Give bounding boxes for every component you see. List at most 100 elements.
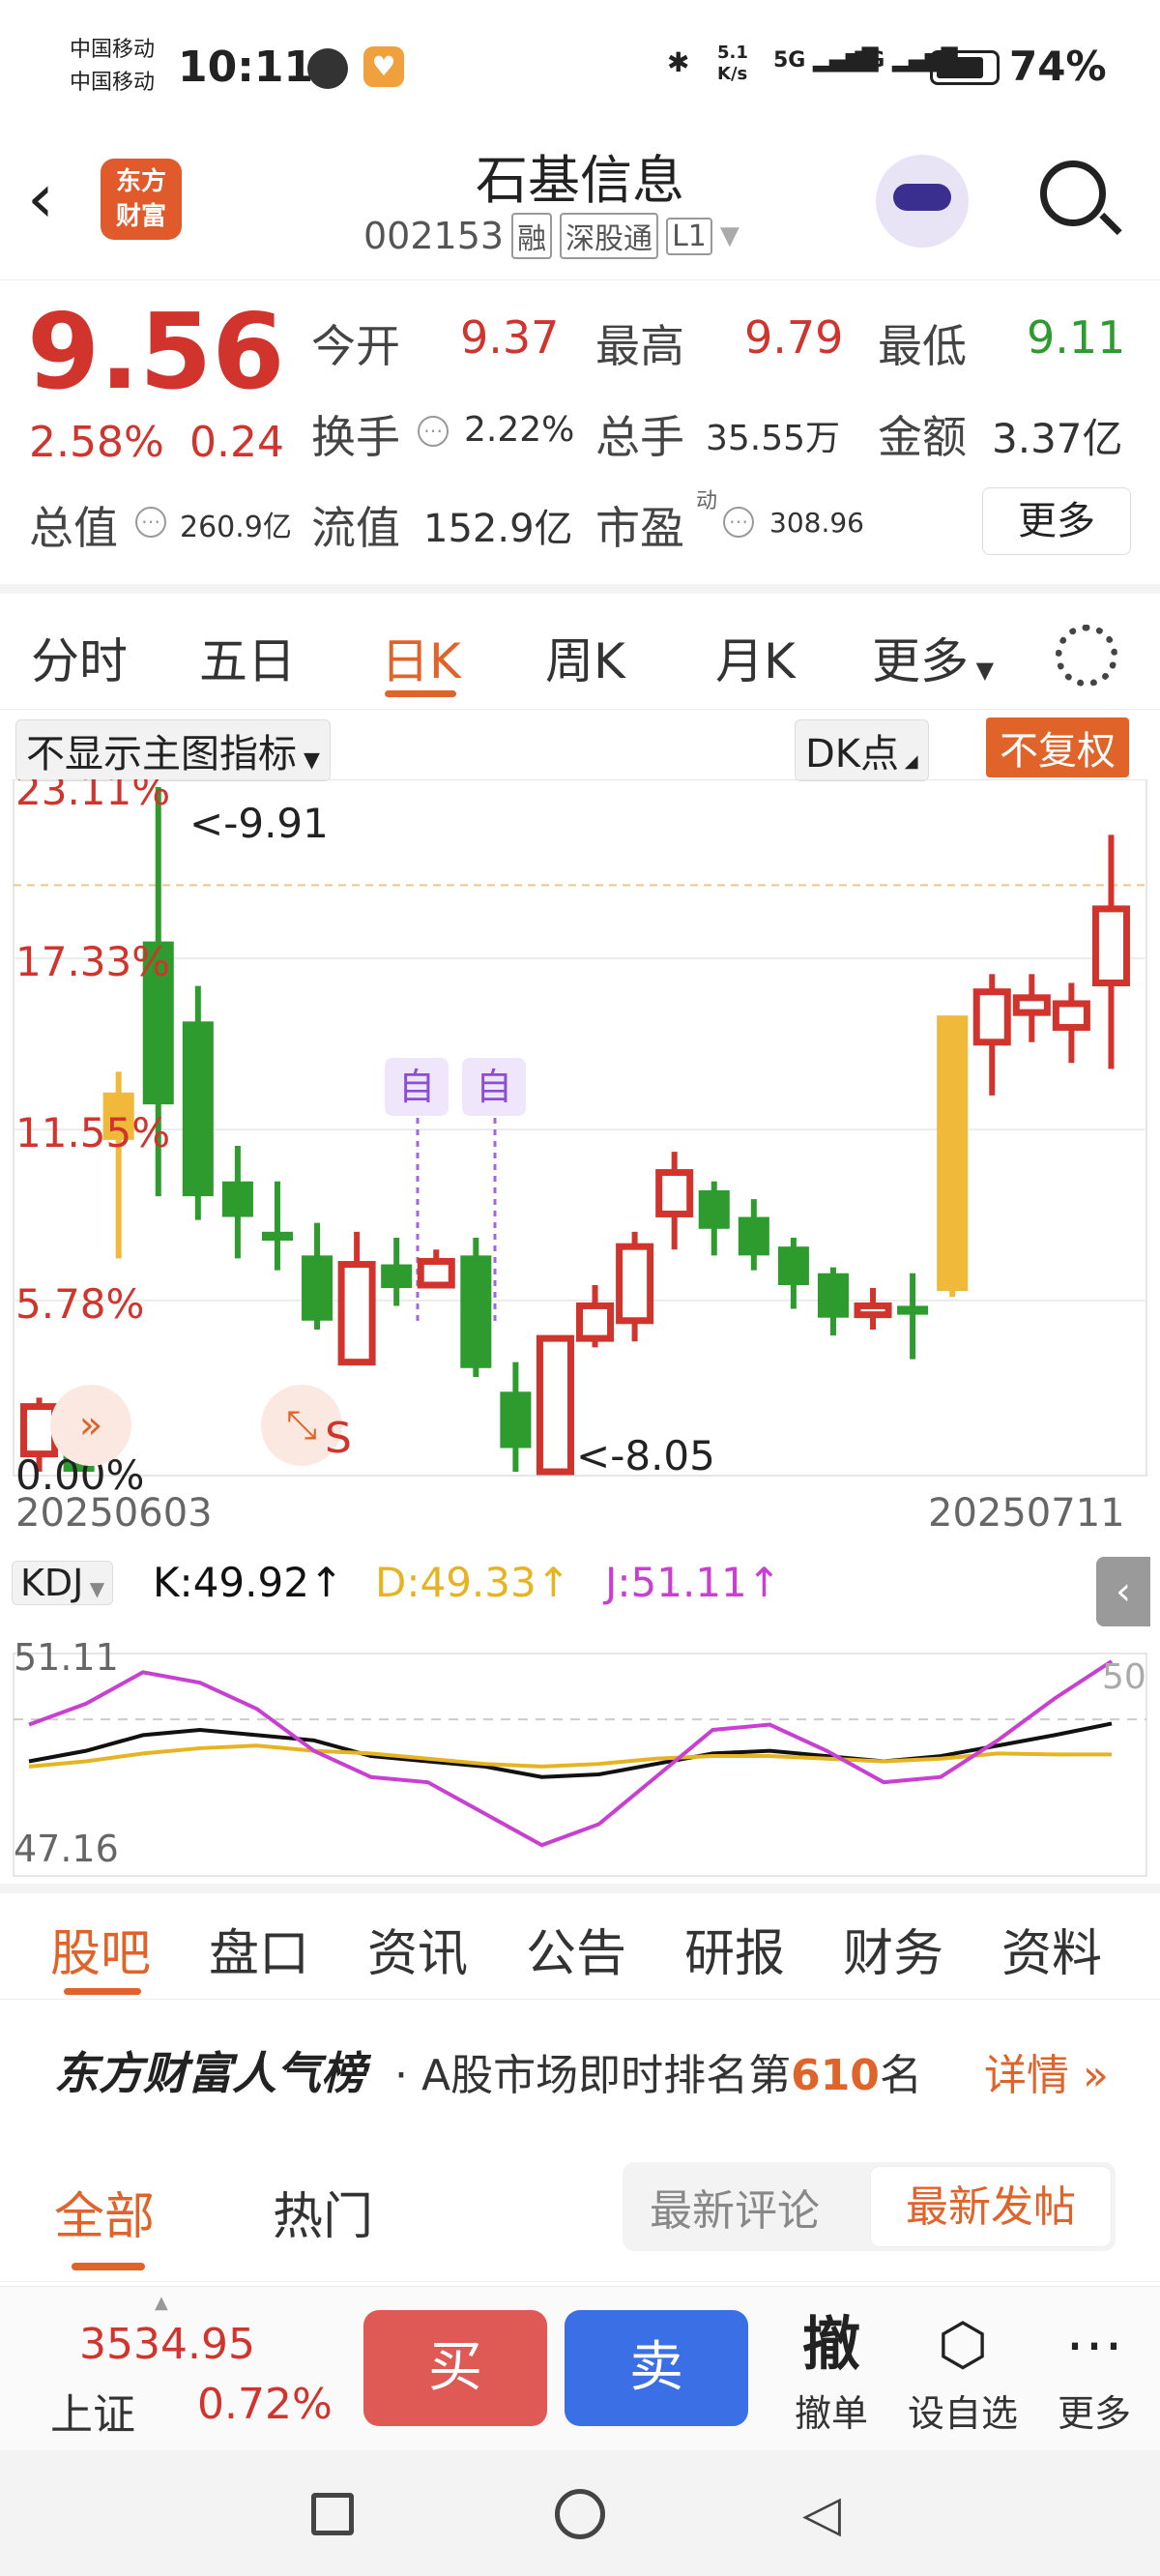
tab-orderbook[interactable]: 盘口 bbox=[209, 1913, 309, 1985]
search-icon[interactable] bbox=[1040, 161, 1106, 226]
kdj-select[interactable]: KDJ ▼ bbox=[12, 1561, 114, 1605]
kdj-j-value: J:51.11↑ bbox=[605, 1559, 781, 1606]
index-name[interactable]: 上证 bbox=[50, 2380, 135, 2442]
tab-news[interactable]: 资讯 bbox=[367, 1913, 468, 1985]
kline-chart: 23.11%17.33%11.55%5.78%0.00%<-9.91<-8.05 bbox=[13, 779, 1147, 1877]
turnover-label: 换手 bbox=[311, 411, 400, 463]
y-tick-label: 23.11% bbox=[15, 779, 170, 814]
info-icon[interactable]: ⋯ bbox=[723, 507, 754, 538]
tab-announcements[interactable]: 公告 bbox=[526, 1913, 626, 1985]
more-button[interactable]: 更多 bbox=[982, 487, 1131, 555]
rank-text-pre: · A股市场即时排名第 bbox=[394, 2051, 792, 2100]
info-icon[interactable]: ⋯ bbox=[418, 416, 449, 447]
self-marker[interactable]: 自 bbox=[462, 1058, 526, 1116]
buy-button[interactable]: 买 bbox=[363, 2310, 547, 2426]
popularity-rank[interactable]: 东方财富人气榜 · A股市场即时排名第610名 详情 » bbox=[0, 2002, 1160, 2137]
add-watchlist-label: 设自选 bbox=[907, 2392, 1018, 2435]
self-marker[interactable]: 自 bbox=[385, 1058, 449, 1116]
expand-panel-icon[interactable]: ‹ bbox=[1096, 1557, 1150, 1626]
dk-point-select[interactable]: DK点 ◢ bbox=[795, 719, 929, 781]
carrier-1: 中国移动 bbox=[70, 38, 156, 62]
open-value: 9.37 bbox=[460, 311, 560, 364]
candle-body-up bbox=[576, 1302, 615, 1342]
settings-gear-icon[interactable] bbox=[1056, 625, 1117, 687]
tab-financials[interactable]: 财务 bbox=[843, 1913, 943, 1985]
net-speed-unit: K/s bbox=[717, 64, 748, 84]
kline-labels: 23.11%17.33%11.55%5.78%0.00%<-9.91<-8.05 bbox=[15, 779, 715, 1499]
candle-body-up bbox=[417, 1257, 455, 1289]
battery-icon bbox=[930, 50, 1000, 85]
robot-assistant-icon[interactable] bbox=[876, 155, 969, 248]
app-notification-icon: ♥ bbox=[363, 46, 404, 87]
pe-superscript: 动 bbox=[696, 489, 718, 513]
kdj-d-value: D:49.33↑ bbox=[375, 1559, 570, 1606]
rank-number: 610 bbox=[791, 2051, 880, 2100]
tab-monthly-k[interactable]: 月K bbox=[715, 623, 796, 692]
candle-body-up bbox=[1012, 994, 1051, 1016]
back-triangle-icon[interactable]: ◁ bbox=[802, 2485, 841, 2543]
status-bar: 中国移动 中国移动 10:11 ♥ ✱ 5.1 K/s 5G ▂▄▆█ 5G ▂… bbox=[0, 0, 1160, 135]
double-chevron-right-icon: » bbox=[1069, 2051, 1109, 2100]
info-icon[interactable]: ⋯ bbox=[135, 507, 166, 538]
home-circle-icon[interactable] bbox=[555, 2489, 605, 2539]
min-annotation: <-8.05 bbox=[576, 1432, 715, 1479]
max-annotation: <-9.91 bbox=[189, 800, 329, 847]
tab-weekly-k[interactable]: 周K bbox=[545, 623, 625, 692]
collapse-arrows-icon[interactable]: » bbox=[50, 1385, 131, 1466]
kdj-ref-label: 50 bbox=[1102, 1657, 1146, 1697]
pe-value: 308.96 bbox=[769, 507, 864, 539]
net-speed: 5.1 K/s bbox=[717, 43, 748, 85]
feed-tab-hot[interactable]: 热门 bbox=[273, 2176, 373, 2248]
rank-text: · A股市场即时排名第610名 bbox=[394, 2040, 922, 2102]
adjust-mode-button[interactable]: 不复权 bbox=[986, 717, 1129, 777]
indicator-select[interactable]: 不显示主图指标 ▼ bbox=[15, 719, 331, 781]
chart-area: 不显示主图指标 ▼ DK点 ◢ 不复权 23.11% 17.33% 11.55% 5.… bbox=[0, 710, 1160, 1880]
tab-research[interactable]: 研报 bbox=[684, 1913, 785, 1985]
tab-forum[interactable]: 股吧 bbox=[50, 1913, 151, 1985]
hexagon-icon: ⬡ bbox=[937, 2311, 989, 2379]
sort-latest-comment[interactable]: 最新评论 bbox=[650, 2176, 820, 2238]
signal-1-label: 5G bbox=[773, 48, 806, 73]
index-change[interactable]: 0.72% bbox=[197, 2380, 333, 2429]
feed-tab-all[interactable]: 全部 bbox=[54, 2176, 155, 2248]
indicator-select-label: 不显示主图指标 bbox=[26, 732, 297, 776]
rank-detail-link[interactable]: 详情 » bbox=[984, 2040, 1109, 2102]
index-value[interactable]: 3534.95 bbox=[79, 2320, 255, 2369]
sort-latest-post[interactable]: 最新发帖 bbox=[870, 2166, 1112, 2247]
y-tick-label: 17.33% bbox=[15, 938, 170, 985]
y-tick-label: 5.78% bbox=[15, 1280, 144, 1328]
candle-body bbox=[302, 1255, 334, 1321]
active-tab-underline bbox=[385, 690, 456, 697]
candle-body bbox=[182, 1021, 214, 1197]
candle-body-up bbox=[1052, 1000, 1090, 1031]
tab-profile[interactable]: 资料 bbox=[1001, 1913, 1102, 1985]
recents-square-icon[interactable] bbox=[311, 2493, 354, 2535]
tab-more[interactable]: 更多 ▼ bbox=[872, 623, 994, 692]
candle-body-up bbox=[1091, 905, 1130, 987]
candle-body bbox=[777, 1246, 809, 1285]
search-icon-handle bbox=[1099, 212, 1122, 236]
volume-label: 总手 bbox=[595, 411, 684, 463]
rank-text-post: 名 bbox=[879, 2051, 922, 2100]
candle-body bbox=[500, 1391, 532, 1449]
tab-daily-k[interactable]: 日K bbox=[381, 623, 461, 692]
tab-intraday[interactable]: 分时 bbox=[31, 623, 128, 692]
tab-five-day[interactable]: 五日 bbox=[199, 623, 296, 692]
high-value: 9.79 bbox=[744, 311, 844, 364]
system-nav-bar: ◁ bbox=[0, 2450, 1160, 2576]
active-tab-underline bbox=[72, 2263, 145, 2270]
dropdown-caret-icon[interactable]: ▼ bbox=[720, 221, 740, 250]
mktcap-value: 260.9亿 bbox=[180, 511, 292, 544]
pe-label: 市盈 bbox=[595, 502, 684, 554]
sell-button[interactable]: 卖 bbox=[565, 2310, 748, 2426]
bluetooth-icon: ✱ bbox=[667, 46, 690, 78]
kdj-select-label: KDJ bbox=[20, 1562, 84, 1604]
cancel-order-button[interactable]: 撤 撤单 bbox=[773, 2306, 889, 2437]
caret-up-icon[interactable]: ▲ bbox=[155, 2293, 168, 2313]
active-tab-underline bbox=[64, 1988, 141, 1995]
chart-period-tabs: 分时 五日 日K 周K 月K 更多 ▼ bbox=[0, 584, 1160, 710]
more-menu-button[interactable]: ⋯ 更多 bbox=[1036, 2306, 1152, 2437]
add-watchlist-button[interactable]: ⬡ 设自选 bbox=[905, 2306, 1021, 2437]
candle-body bbox=[897, 1305, 929, 1315]
amount-label: 金额 bbox=[878, 411, 967, 463]
